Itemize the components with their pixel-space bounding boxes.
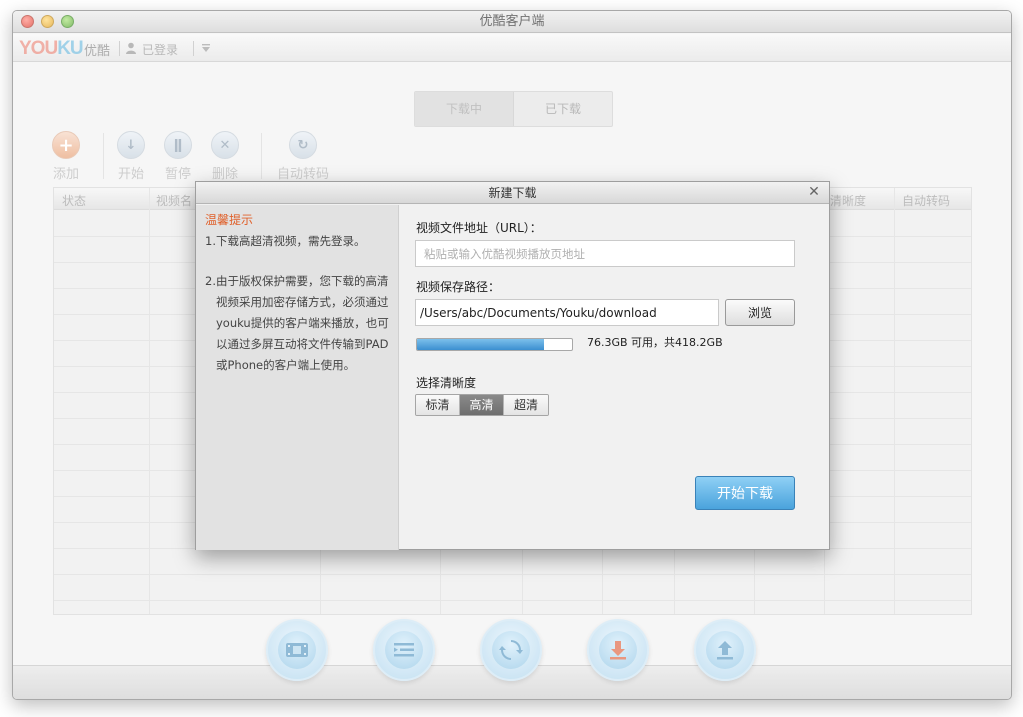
- tip-text: 下载高超清视频，需先登录。: [216, 234, 366, 248]
- tip-item: 1. 下载高超清视频，需先登录。: [205, 231, 391, 252]
- tips-title: 温馨提示: [205, 213, 254, 227]
- disk-space-text: 76.3GB 可用，共418.2GB: [587, 336, 723, 349]
- url-label: 视频文件地址（URL）：: [416, 221, 542, 235]
- save-path-label: 视频保存路径：: [416, 280, 501, 294]
- tip-text: 由于版权保护需要，您下载的高清视频采用加密存储方式，必须通过youku提供的客户…: [216, 274, 389, 372]
- new-download-dialog: 新建下载 ✕ 温馨提示 1. 下载高超清视频，需先登录。 2. 由于版权保护需要…: [195, 181, 830, 550]
- tip-number: 1.: [205, 234, 216, 248]
- tip-item: 2. 由于版权保护需要，您下载的高清视频采用加密存储方式，必须通过youku提供…: [205, 271, 391, 376]
- tips-pane: 温馨提示 1. 下载高超清视频，需先登录。 2. 由于版权保护需要，您下载的高清…: [196, 205, 399, 550]
- tip-number: 2.: [205, 274, 216, 288]
- app-window: 优酷客户端 YOUKU 优酷 已登录 下载中 已下载 + 添加 ↓ 开始 ǁ 暂…: [12, 10, 1012, 700]
- quality-option-sd[interactable]: 标清: [416, 395, 460, 415]
- save-path-input[interactable]: [415, 299, 719, 326]
- disk-usage-fill: [417, 339, 545, 350]
- start-download-button[interactable]: 开始下载: [695, 476, 795, 510]
- disk-usage-bar: [416, 338, 573, 351]
- quality-selector: 标清 高清 超清: [415, 394, 549, 416]
- close-icon[interactable]: ✕: [807, 185, 821, 199]
- quality-label: 选择清晰度: [416, 376, 477, 390]
- dialog-title: 新建下载: [196, 182, 829, 204]
- url-input[interactable]: [415, 240, 795, 267]
- browse-button[interactable]: 浏览: [725, 299, 795, 326]
- quality-option-hd[interactable]: 高清: [460, 395, 504, 415]
- quality-option-uhd[interactable]: 超清: [504, 395, 548, 415]
